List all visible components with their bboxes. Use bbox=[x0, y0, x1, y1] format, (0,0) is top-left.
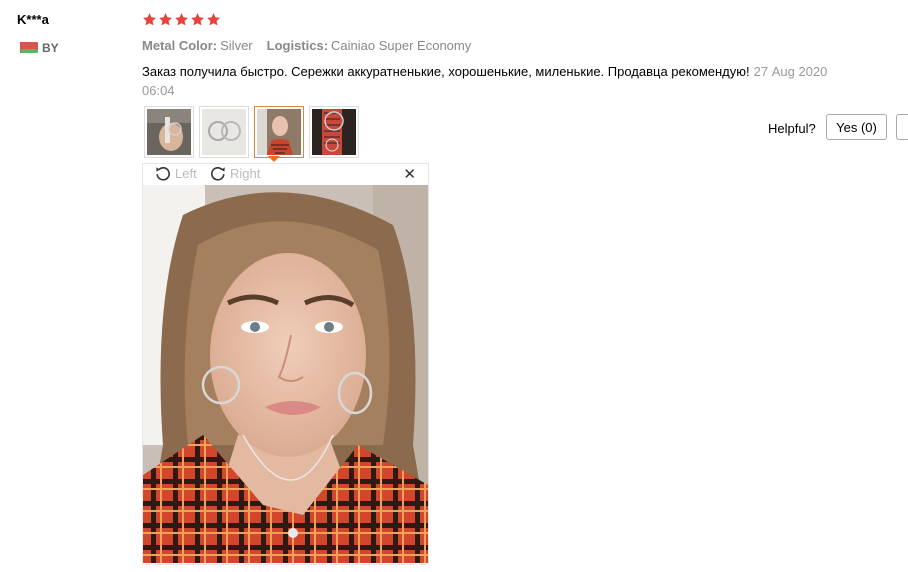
star-icon bbox=[207, 13, 220, 26]
rotate-right-icon bbox=[211, 167, 225, 181]
attribute-key: Metal Color: bbox=[142, 38, 218, 53]
rotate-right-button[interactable]: Right bbox=[210, 165, 260, 181]
review-photo-thumbnail[interactable] bbox=[254, 106, 304, 158]
reviewer-country: BY bbox=[42, 41, 59, 55]
attribute-value: Cainiao Super Economy bbox=[331, 38, 472, 53]
review-thumbnails bbox=[144, 106, 359, 158]
rotate-left-label: Left bbox=[175, 165, 197, 181]
rotate-right-label: Right bbox=[230, 165, 261, 181]
image-viewer: Left Right ✕ bbox=[142, 163, 429, 565]
review-photo-thumbnail[interactable] bbox=[199, 106, 249, 158]
product-attributes: Metal Color: Silver Logistics: Cainiao Supe… bbox=[142, 38, 471, 53]
star-icon bbox=[159, 13, 172, 26]
star-icon bbox=[175, 13, 188, 26]
review-photo-thumbnail[interactable] bbox=[144, 106, 194, 158]
star-icon bbox=[143, 13, 156, 26]
attribute-value: Silver bbox=[220, 38, 253, 53]
review-body: Заказ получила быстро. Сережки аккуратне… bbox=[142, 62, 862, 100]
helpful-label: Helpful? bbox=[768, 121, 816, 136]
reviewer-name: K***a bbox=[17, 12, 49, 27]
attribute-key: Logistics: bbox=[266, 38, 329, 53]
star-rating bbox=[142, 12, 221, 27]
review-photo-thumbnail[interactable] bbox=[309, 106, 359, 158]
close-icon[interactable]: ✕ bbox=[403, 165, 416, 183]
rotate-left-icon bbox=[156, 167, 170, 181]
helpful-no-button[interactable] bbox=[896, 114, 908, 140]
review-text: Заказ получила быстро. Сережки аккуратне… bbox=[142, 64, 750, 79]
active-thumbnail-pointer bbox=[268, 156, 280, 162]
helpful-yes-button[interactable]: Yes (0) bbox=[826, 114, 887, 140]
star-icon bbox=[191, 13, 204, 26]
rotate-left-button[interactable]: Left bbox=[155, 165, 197, 181]
viewer-toolbar: Left Right ✕ bbox=[143, 164, 428, 185]
review-photo-large bbox=[143, 185, 428, 563]
belarus-flag-icon bbox=[17, 42, 38, 53]
